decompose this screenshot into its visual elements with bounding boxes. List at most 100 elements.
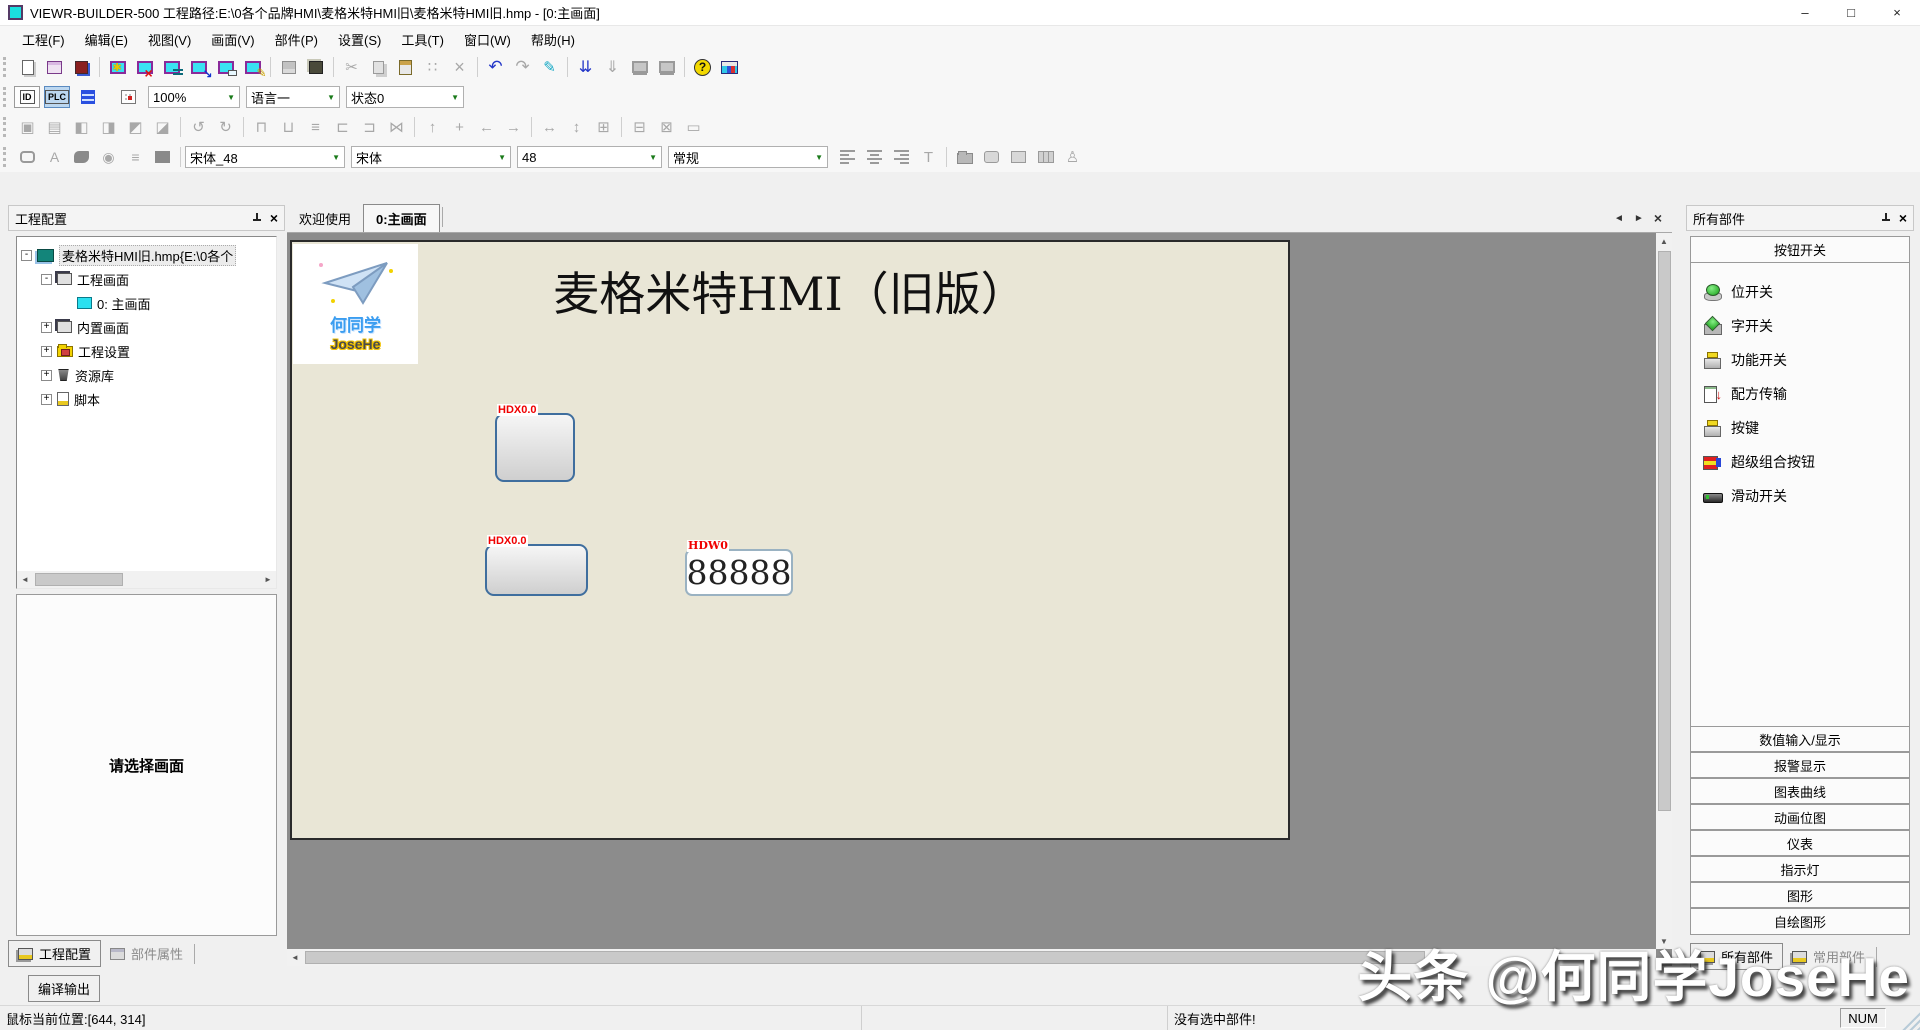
- center-screen-icon[interactable]: +: [446, 115, 473, 139]
- screen-manager-icon[interactable]: [212, 55, 239, 79]
- collapse-toggle-icon[interactable]: -: [21, 250, 32, 261]
- scroll-left-icon[interactable]: ◄: [287, 950, 303, 966]
- hmi-numeric-display[interactable]: HDW0 88888: [685, 549, 793, 596]
- save-icon[interactable]: [275, 55, 302, 79]
- tree-item-project-screens[interactable]: - 工程画面: [21, 267, 276, 291]
- hmi-bit-button-1[interactable]: HDX0.0: [495, 413, 575, 482]
- menu-tools[interactable]: 工具(T): [391, 27, 454, 52]
- offline-simulate-icon[interactable]: [626, 55, 653, 79]
- align-bottom-icon[interactable]: ⊔: [275, 115, 302, 139]
- copy-icon[interactable]: [365, 55, 392, 79]
- toolbar-grip[interactable]: [3, 57, 10, 77]
- component-super-combo-button[interactable]: 超级组合按钮: [1703, 445, 1909, 479]
- combine-exclude-icon[interactable]: ◪: [149, 115, 176, 139]
- text-align-right-icon[interactable]: [888, 145, 915, 169]
- same-size-icon[interactable]: ⊞: [590, 115, 617, 139]
- draw-line-icon[interactable]: ≡: [122, 145, 149, 169]
- v-spacing-icon[interactable]: ⊠: [653, 115, 680, 139]
- menu-parts[interactable]: 部件(P): [265, 27, 328, 52]
- screen-properties-icon[interactable]: [158, 55, 185, 79]
- tree-horizontal-scrollbar[interactable]: ◄ ►: [17, 571, 276, 588]
- undo-icon[interactable]: ↶: [482, 55, 509, 79]
- same-width-icon[interactable]: ↔: [536, 115, 563, 139]
- show-id-button[interactable]: ID: [14, 86, 40, 108]
- canvas-viewport[interactable]: 何同学 JoseHe 麦格米特HMI（旧版） HDX0.0 HDX0.0 HDW…: [287, 233, 1672, 966]
- section-custom-graphics[interactable]: 自绘图形: [1691, 908, 1909, 934]
- draw-polygon-icon[interactable]: [68, 145, 95, 169]
- draw-rect-icon[interactable]: [14, 145, 41, 169]
- align-left-icon[interactable]: ⊏: [329, 115, 356, 139]
- expand-toggle-icon[interactable]: +: [41, 322, 52, 333]
- expand-toggle-icon[interactable]: +: [41, 346, 52, 357]
- new-screen-icon[interactable]: ✱: [104, 55, 131, 79]
- group-icon[interactable]: ▣: [14, 115, 41, 139]
- component-recipe-transfer[interactable]: 配方传输: [1703, 377, 1909, 411]
- scroll-right-icon[interactable]: ►: [260, 572, 276, 588]
- tree-item-resource-library[interactable]: + 资源库: [21, 363, 276, 387]
- show-plc-address-button[interactable]: PLC: [44, 86, 70, 108]
- library-folder-icon[interactable]: [951, 145, 978, 169]
- address-table-icon[interactable]: [716, 55, 743, 79]
- ungroup-icon[interactable]: ▤: [41, 115, 68, 139]
- tab-compile-output[interactable]: 编译输出: [28, 975, 100, 1002]
- tab-scroll-left-icon[interactable]: ◄: [1614, 213, 1624, 224]
- align-right-icon[interactable]: ⊐: [356, 115, 383, 139]
- combine-subtract-icon[interactable]: ◧: [68, 115, 95, 139]
- rotate-left-icon[interactable]: ↺: [185, 115, 212, 139]
- image-icon[interactable]: [1005, 145, 1032, 169]
- screen-stack-icon[interactable]: [302, 55, 329, 79]
- help-icon[interactable]: ?: [689, 55, 716, 79]
- import-project-icon[interactable]: [68, 55, 95, 79]
- minimize-button[interactable]: –: [1782, 0, 1828, 26]
- tree-item-project-settings[interactable]: + 工程设置: [21, 339, 276, 363]
- download-icon[interactable]: ⇓: [599, 55, 626, 79]
- menu-edit[interactable]: 编辑(E): [75, 27, 138, 52]
- scroll-left-icon[interactable]: ◄: [17, 572, 33, 588]
- close-panel-icon[interactable]: ×: [1899, 211, 1907, 225]
- collapse-toggle-icon[interactable]: -: [41, 274, 52, 285]
- close-button[interactable]: ×: [1874, 0, 1920, 26]
- delete-icon[interactable]: ×: [446, 55, 473, 79]
- font-preset-select[interactable]: 宋体_48 ▼: [185, 146, 345, 168]
- combine-union-icon[interactable]: ◨: [95, 115, 122, 139]
- tree-item-main-screen[interactable]: 0: 主画面: [21, 291, 276, 315]
- table-icon[interactable]: [1032, 145, 1059, 169]
- delete-screen-icon[interactable]: ×: [131, 55, 158, 79]
- grid-snap-icon[interactable]: [115, 85, 142, 109]
- h-spacing-icon[interactable]: ⊟: [626, 115, 653, 139]
- multi-paste-icon[interactable]: ∷: [419, 55, 446, 79]
- tree-item-builtin-screens[interactable]: + 内置画面: [21, 315, 276, 339]
- expand-toggle-icon[interactable]: +: [41, 394, 52, 405]
- section-numeric-io[interactable]: 数值输入/显示: [1691, 726, 1909, 752]
- text-style-select[interactable]: 常规 ▼: [668, 146, 828, 168]
- tree-item-scripts[interactable]: + 脚本: [21, 387, 276, 411]
- toolbar-grip[interactable]: [3, 87, 10, 107]
- hmi-screen[interactable]: 何同学 JoseHe 麦格米特HMI（旧版） HDX0.0 HDX0.0 HDW…: [290, 240, 1290, 840]
- combine-intersect-icon[interactable]: ◩: [122, 115, 149, 139]
- align-center-icon[interactable]: ⋈: [383, 115, 410, 139]
- text-align-left-icon[interactable]: [834, 145, 861, 169]
- tab-welcome[interactable]: 欢迎使用: [287, 205, 363, 232]
- text-align-center-icon[interactable]: [861, 145, 888, 169]
- menu-help[interactable]: 帮助(H): [521, 27, 585, 52]
- scrollbar-thumb[interactable]: [1658, 251, 1671, 811]
- component-key[interactable]: 按键: [1703, 411, 1909, 445]
- nudge-up-icon[interactable]: ↑: [419, 115, 446, 139]
- tab-part-properties[interactable]: 部件属性: [101, 940, 192, 967]
- draw-circle-icon[interactable]: ◉: [95, 145, 122, 169]
- redo-icon[interactable]: ↷: [509, 55, 536, 79]
- section-button-switch[interactable]: 按钮开关: [1691, 237, 1909, 263]
- expand-toggle-icon[interactable]: +: [41, 370, 52, 381]
- pin-icon[interactable]: [1881, 213, 1891, 224]
- tab-main-screen[interactable]: 0:主画面: [363, 204, 440, 232]
- list-view-icon[interactable]: [74, 85, 101, 109]
- hmi-bit-button-2[interactable]: HDX0.0: [485, 544, 588, 596]
- align-top-icon[interactable]: ⊓: [248, 115, 275, 139]
- section-alarm-display[interactable]: 报警显示: [1691, 752, 1909, 778]
- scroll-up-icon[interactable]: ▲: [1656, 233, 1672, 249]
- menu-window[interactable]: 窗口(W): [454, 27, 521, 52]
- open-project-icon[interactable]: [41, 55, 68, 79]
- format-painter-icon[interactable]: ✎: [536, 55, 563, 79]
- rotate-right-icon[interactable]: ↻: [212, 115, 239, 139]
- fill-color-icon[interactable]: [149, 145, 176, 169]
